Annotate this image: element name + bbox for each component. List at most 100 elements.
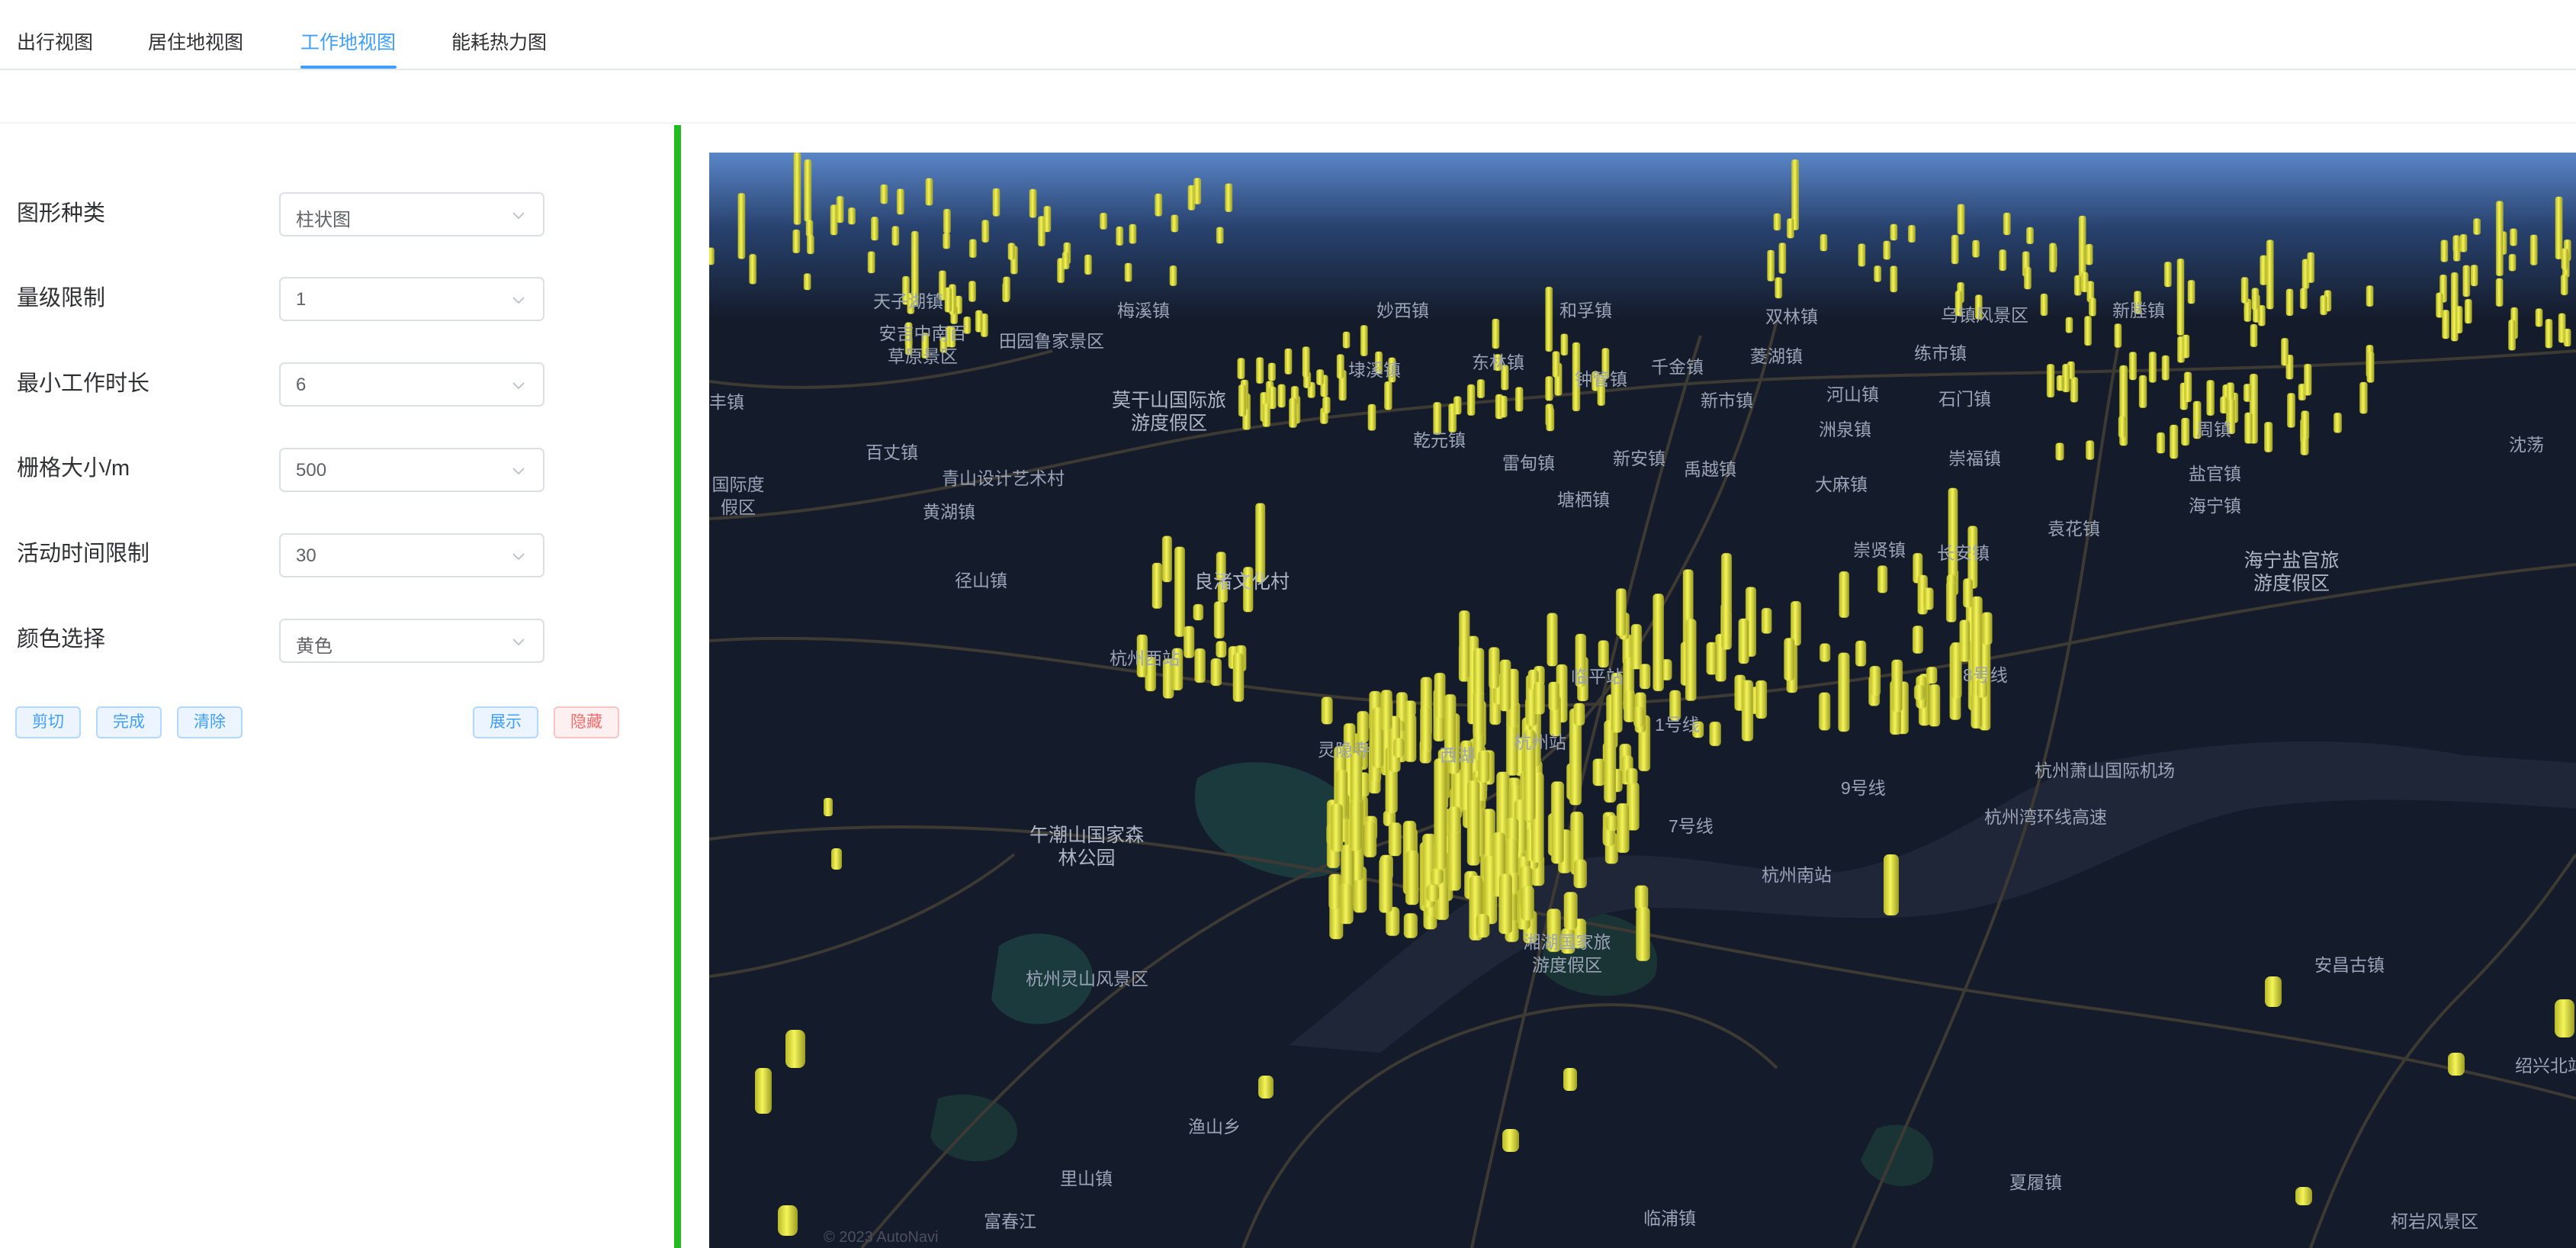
map-label: 周镇 bbox=[2196, 420, 2231, 439]
map-bar bbox=[1784, 637, 1795, 681]
select-grid-size[interactable]: 500 bbox=[279, 448, 544, 492]
map-bar bbox=[1043, 205, 1052, 233]
map-bar bbox=[2163, 261, 2172, 288]
map-bar bbox=[2440, 240, 2449, 262]
map-bar bbox=[1820, 233, 1828, 252]
map-bar bbox=[1573, 703, 1585, 726]
map-bar bbox=[1948, 487, 1958, 580]
map-bar bbox=[2187, 279, 2195, 304]
map-bar bbox=[2138, 375, 2147, 409]
select-color[interactable]: 黄色 bbox=[279, 619, 544, 663]
map-bar bbox=[2148, 351, 2157, 383]
tab-workplace-view[interactable]: 工作地视图 bbox=[300, 27, 396, 58]
map-bar bbox=[891, 226, 900, 246]
map-bar bbox=[1738, 618, 1749, 664]
select-activity-time-limit[interactable]: 30 bbox=[279, 533, 544, 577]
map-label: 渔山乡 bbox=[1188, 1117, 1241, 1137]
map-3d-view[interactable]: 天子湖镇 梅溪镇 妙西镇 和孚镇 双林镇 乌镇风景区 新塍镇 安吉中南百草原景区… bbox=[709, 153, 2576, 1248]
map-bar bbox=[1084, 254, 1092, 275]
map-label: 菱湖镇 bbox=[1750, 346, 1803, 366]
clear-button[interactable]: 清除 bbox=[177, 706, 243, 738]
map-bar bbox=[867, 251, 875, 274]
map-label: 石门镇 bbox=[1938, 389, 1991, 409]
map-bar bbox=[925, 178, 933, 206]
map-bar bbox=[1755, 680, 1768, 719]
map-bar bbox=[1945, 581, 1957, 622]
map-bar bbox=[1957, 204, 1965, 235]
map-bar bbox=[1476, 913, 1490, 938]
label-grid-size: 栅格大小/m bbox=[17, 456, 130, 481]
map-label: 雷甸镇 bbox=[1502, 453, 1555, 473]
map-bar bbox=[1488, 647, 1500, 689]
map-bar bbox=[2307, 252, 2315, 283]
done-button[interactable]: 完成 bbox=[96, 706, 162, 738]
select-min-work-hours[interactable]: 6 bbox=[279, 362, 544, 407]
map-bar bbox=[1384, 381, 1392, 410]
map-bar bbox=[2088, 298, 2096, 317]
map-bar bbox=[1883, 240, 1891, 260]
map-bar bbox=[1907, 224, 1916, 243]
map-bar bbox=[778, 1205, 798, 1236]
panel-divider bbox=[674, 125, 681, 1248]
show-button[interactable]: 展示 bbox=[473, 706, 538, 738]
map-bar bbox=[1116, 226, 1124, 246]
map-bar bbox=[1379, 857, 1393, 913]
map-bar bbox=[1183, 626, 1195, 658]
map-bar bbox=[2046, 363, 2055, 398]
map-label: 新市镇 bbox=[1701, 391, 1753, 410]
map-label: 9号线 bbox=[1841, 778, 1886, 798]
tab-travel-view[interactable]: 出行视图 bbox=[17, 27, 93, 58]
map-bar bbox=[1099, 212, 1107, 230]
map-bar bbox=[1959, 619, 1971, 662]
map-bar bbox=[2263, 421, 2273, 453]
map-bar bbox=[1548, 681, 1560, 711]
map-label: 田园鲁家景区 bbox=[999, 331, 1104, 351]
map-label: 禹越镇 bbox=[1684, 459, 1736, 479]
map-bar bbox=[803, 273, 811, 291]
map-bar bbox=[1890, 265, 1898, 293]
map-bar bbox=[1447, 806, 1461, 835]
map-bar bbox=[2169, 424, 2179, 459]
map-bar bbox=[806, 234, 814, 255]
map-bar bbox=[1653, 593, 1664, 692]
map-bar bbox=[1492, 318, 1500, 349]
map-bar bbox=[1453, 396, 1462, 415]
label-min-work-hours: 最小工作时长 bbox=[17, 372, 150, 396]
map-bar bbox=[1563, 891, 1578, 931]
map-bar bbox=[1419, 706, 1432, 753]
select-activity-time-limit-value: 30 bbox=[296, 545, 316, 566]
map-bar bbox=[1255, 357, 1264, 384]
map-bar bbox=[1238, 384, 1247, 417]
map-label: 练市镇 bbox=[1914, 343, 1967, 363]
map-bar bbox=[1545, 375, 1553, 401]
tab-residence-view[interactable]: 居住地视图 bbox=[148, 27, 243, 58]
map-bar bbox=[2495, 278, 2504, 307]
map-bar bbox=[1289, 397, 1298, 428]
hide-button[interactable]: 隐藏 bbox=[554, 706, 619, 738]
map-label: 天子湖镇 bbox=[873, 291, 943, 311]
select-magnitude-limit[interactable]: 1 bbox=[279, 277, 544, 321]
map-bar bbox=[1174, 546, 1185, 638]
map-bar bbox=[1151, 562, 1163, 610]
label-chart-type: 图形种类 bbox=[17, 201, 106, 226]
map-bar bbox=[1473, 648, 1485, 695]
select-chart-type[interactable]: 柱状图 bbox=[279, 192, 544, 236]
tab-energy-heatmap[interactable]: 能耗热力图 bbox=[451, 27, 547, 58]
map-bar bbox=[1193, 177, 1202, 205]
map-bar bbox=[1171, 214, 1179, 233]
map-bar bbox=[1546, 407, 1555, 432]
map-bar bbox=[943, 208, 951, 234]
view-tabs: 出行视图 居住地视图 工作地视图 能耗热力图 bbox=[0, 0, 2576, 70]
map-bar bbox=[1029, 188, 1037, 218]
map-bar bbox=[2260, 255, 2268, 286]
cut-button[interactable]: 剪切 bbox=[15, 706, 81, 738]
map-bar bbox=[2333, 412, 2343, 433]
map-label: 崇贤镇 bbox=[1853, 540, 1906, 560]
map-bar bbox=[1972, 240, 1980, 258]
map-sky bbox=[709, 153, 2576, 320]
select-min-work-hours-value: 6 bbox=[296, 375, 307, 395]
map-bar bbox=[1404, 714, 1417, 763]
map-bar bbox=[2023, 266, 2032, 290]
chevron-down-icon bbox=[512, 638, 525, 646]
map-label: 青山设计艺术村 bbox=[942, 468, 1065, 488]
